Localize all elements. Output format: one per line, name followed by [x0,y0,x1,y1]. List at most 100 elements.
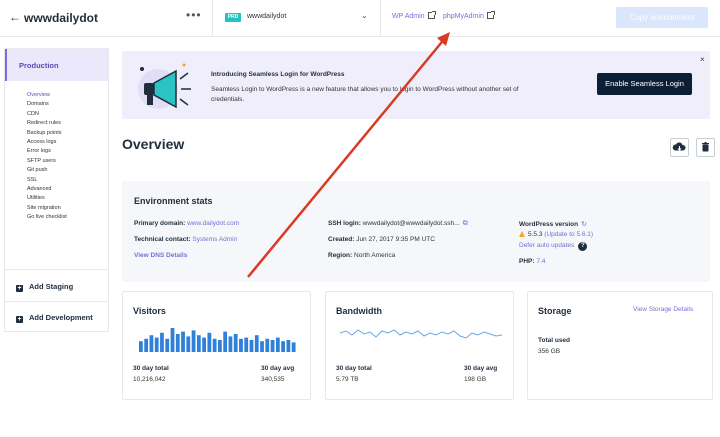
view-dns-details-link[interactable]: View DNS Details [134,252,187,259]
label: Technical contact: [134,236,191,243]
wordpress-version: WordPress version ↻ [519,220,587,228]
visitor-bar [196,335,201,352]
sub-nav-item-backup-points[interactable]: Backup points [27,129,67,138]
warning-icon [519,231,525,237]
visitor-bar [144,338,149,352]
visitor-bar [275,337,280,352]
visitor-bar [207,332,212,352]
wp-admin-label: WP Admin [392,13,425,20]
total-used-value: 356 GB [538,348,561,355]
visitor-bar [244,337,249,352]
technical-contact-link[interactable]: Systems Admin [192,236,237,243]
divider [212,0,213,37]
total-label: 30 day total [336,365,372,372]
visitors-card: Visitors 30 day total 10,216,042 30 day … [122,291,311,400]
banner-text: Seamless Login to WordPress is a new fea… [211,86,519,103]
refresh-icon[interactable]: ↻ [581,221,587,228]
external-link-icon [427,11,436,19]
php-version-value[interactable]: 7.4 [536,258,545,265]
sub-nav-item-site-migration[interactable]: Site migration [27,204,67,213]
seamless-login-banner: Introducing Seamless Login for WordPress… [122,51,710,119]
add-development-button[interactable]: + Add Development [16,313,93,323]
phpmyadmin-link[interactable]: phpMyAdmin [443,11,495,20]
primary-domain-link[interactable]: www.dailydot.com [187,220,239,227]
divider [5,301,108,302]
help-icon[interactable]: ? [578,242,588,251]
back-arrow-icon[interactable]: ← [9,10,21,24]
sub-nav-item-ssl[interactable]: SSL [27,176,67,185]
sub-nav-item-utilities[interactable]: Utilities [27,194,67,203]
label: PHP: [519,258,535,265]
avg-value: 198 GB [464,376,487,383]
ssh-login: SSH login: wwwdailydot@wwwdailydot.ssh..… [328,220,468,228]
visitor-bar [239,338,243,352]
visitor-bar [281,341,285,352]
add-staging-button[interactable]: + Add Staging [16,282,73,292]
avg-label: 30 day avg [464,365,498,372]
visitor-bar [265,338,270,352]
more-horizontal-icon[interactable]: ••• [186,8,202,22]
wp-admin-link[interactable]: WP Admin [392,11,436,20]
env-selector[interactable]: wwwdailydot [247,13,286,20]
version: 5.5.3 [528,231,543,238]
sub-nav-item-cdn[interactable]: CDN [27,110,67,119]
sub-nav-item-overview[interactable]: Overview [27,91,67,100]
total-used-label: Total used [538,337,571,344]
label: Primary domain: [134,220,186,227]
avg-label: 30 day avg [261,365,295,372]
sub-nav-item-git-push[interactable]: Git push [27,166,67,175]
sidebar-item-production[interactable]: Production [5,49,108,81]
sub-nav-item-go-live-checklist[interactable]: Go live checklist [27,213,67,222]
defer-auto-updates-link[interactable]: Defer auto updates [519,242,574,249]
total-label: 30 day total [133,365,169,372]
sub-nav-item-redirect-rules[interactable]: Redirect rules [27,119,67,128]
sub-nav-item-sftp-users[interactable]: SFTP users [27,157,67,166]
trash-icon [702,142,709,152]
label: WordPress version [519,221,579,228]
copy-environment-button[interactable]: Copy environment [616,7,708,28]
sub-nav-item-domains[interactable]: Domains [27,100,67,109]
bandwidth-line-chart [340,329,502,339]
plus-icon: + [16,285,23,292]
clear-cache-button[interactable] [696,138,715,157]
total-value: 5.79 TB [336,376,359,383]
visitor-bar [149,335,154,352]
enable-seamless-login-button[interactable]: Enable Seamless Login [597,73,692,95]
label: Created: [328,236,355,243]
visitor-bar [154,337,159,352]
avg-value: 340,535 [261,376,285,383]
sub-nav-item-advanced[interactable]: Advanced [27,185,67,194]
label: SSH login: [328,220,361,227]
update-link[interactable]: (Update to 5.6.1) [544,231,593,238]
visitor-bar [254,335,259,352]
visitor-bar [139,341,143,352]
site-title: wwwdailydot [24,11,99,25]
total-value: 10,216,042 [133,376,166,383]
cloud-download-icon [672,142,686,151]
technical-contact: Technical contact: Systems Admin [134,236,237,243]
copy-icon[interactable]: ⧉ [463,220,468,227]
visitor-bar [218,340,222,352]
external-link-icon [486,11,495,19]
visitor-bar [186,336,191,352]
label: Region: [328,252,353,259]
plus-icon: + [16,316,23,323]
divider [380,0,381,37]
visitor-bar [291,342,296,352]
close-icon[interactable]: × [700,55,705,64]
env-badge: PRD [225,13,241,22]
add-development-label: Add Development [29,313,93,322]
sub-nav-item-error-logs[interactable]: Error logs [27,147,67,156]
visitor-bar [160,332,164,352]
visitor-bar [228,336,233,352]
visitor-bar [212,338,217,352]
environment-stats: Environment stats Primary domain: www.da… [122,181,710,282]
sub-nav-item-access-logs[interactable]: Access logs [27,138,67,147]
visitor-bar [170,328,175,352]
visitor-bar [165,338,170,352]
defer-auto-updates: Defer auto updates? [519,242,588,251]
created-value: Jun 27, 2017 9:35 PM UTC [356,236,435,243]
chevron-down-icon[interactable]: ⌄ [361,11,368,20]
view-storage-details-link[interactable]: View Storage Details [633,306,693,313]
cloud-download-button[interactable] [670,138,689,157]
